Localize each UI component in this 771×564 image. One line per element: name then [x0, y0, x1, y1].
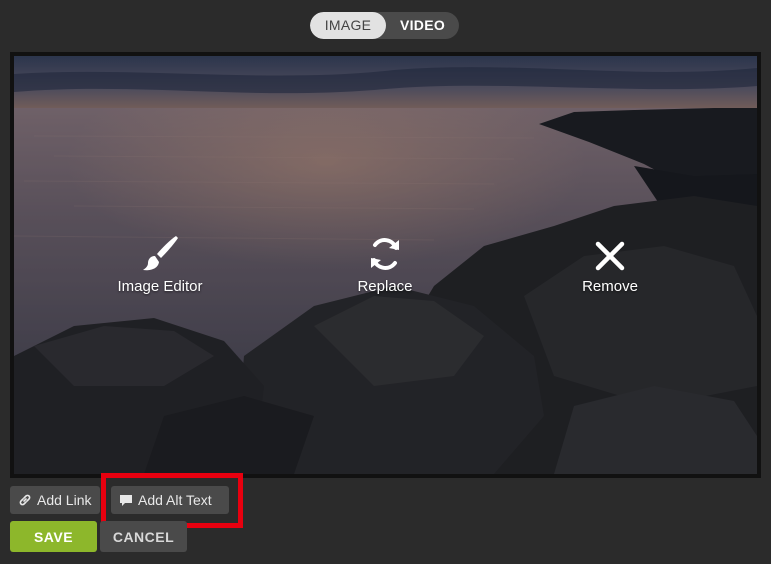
tab-image[interactable]: IMAGE: [310, 12, 386, 39]
replace-action[interactable]: Replace: [315, 234, 455, 295]
remove-label: Remove: [582, 278, 638, 295]
close-icon: [595, 241, 625, 271]
refresh-icon: [371, 238, 399, 270]
link-icon: [19, 494, 31, 506]
add-link-label: Add Link: [37, 492, 92, 508]
cancel-button[interactable]: CANCEL: [100, 521, 187, 552]
save-button[interactable]: SAVE: [10, 521, 97, 552]
paintbrush-icon: [143, 236, 178, 271]
annotation-highlight-box: [101, 473, 243, 528]
image-preview: Image Editor Replace Remove: [10, 52, 761, 478]
tab-video[interactable]: VIDEO: [386, 12, 459, 39]
replace-label: Replace: [357, 278, 413, 295]
media-type-toggle: IMAGE VIDEO: [310, 12, 459, 39]
remove-action[interactable]: Remove: [540, 234, 680, 295]
image-editor-label: Image Editor: [117, 278, 203, 295]
image-editor-action[interactable]: Image Editor: [90, 234, 230, 295]
add-link-button[interactable]: Add Link: [10, 486, 100, 514]
